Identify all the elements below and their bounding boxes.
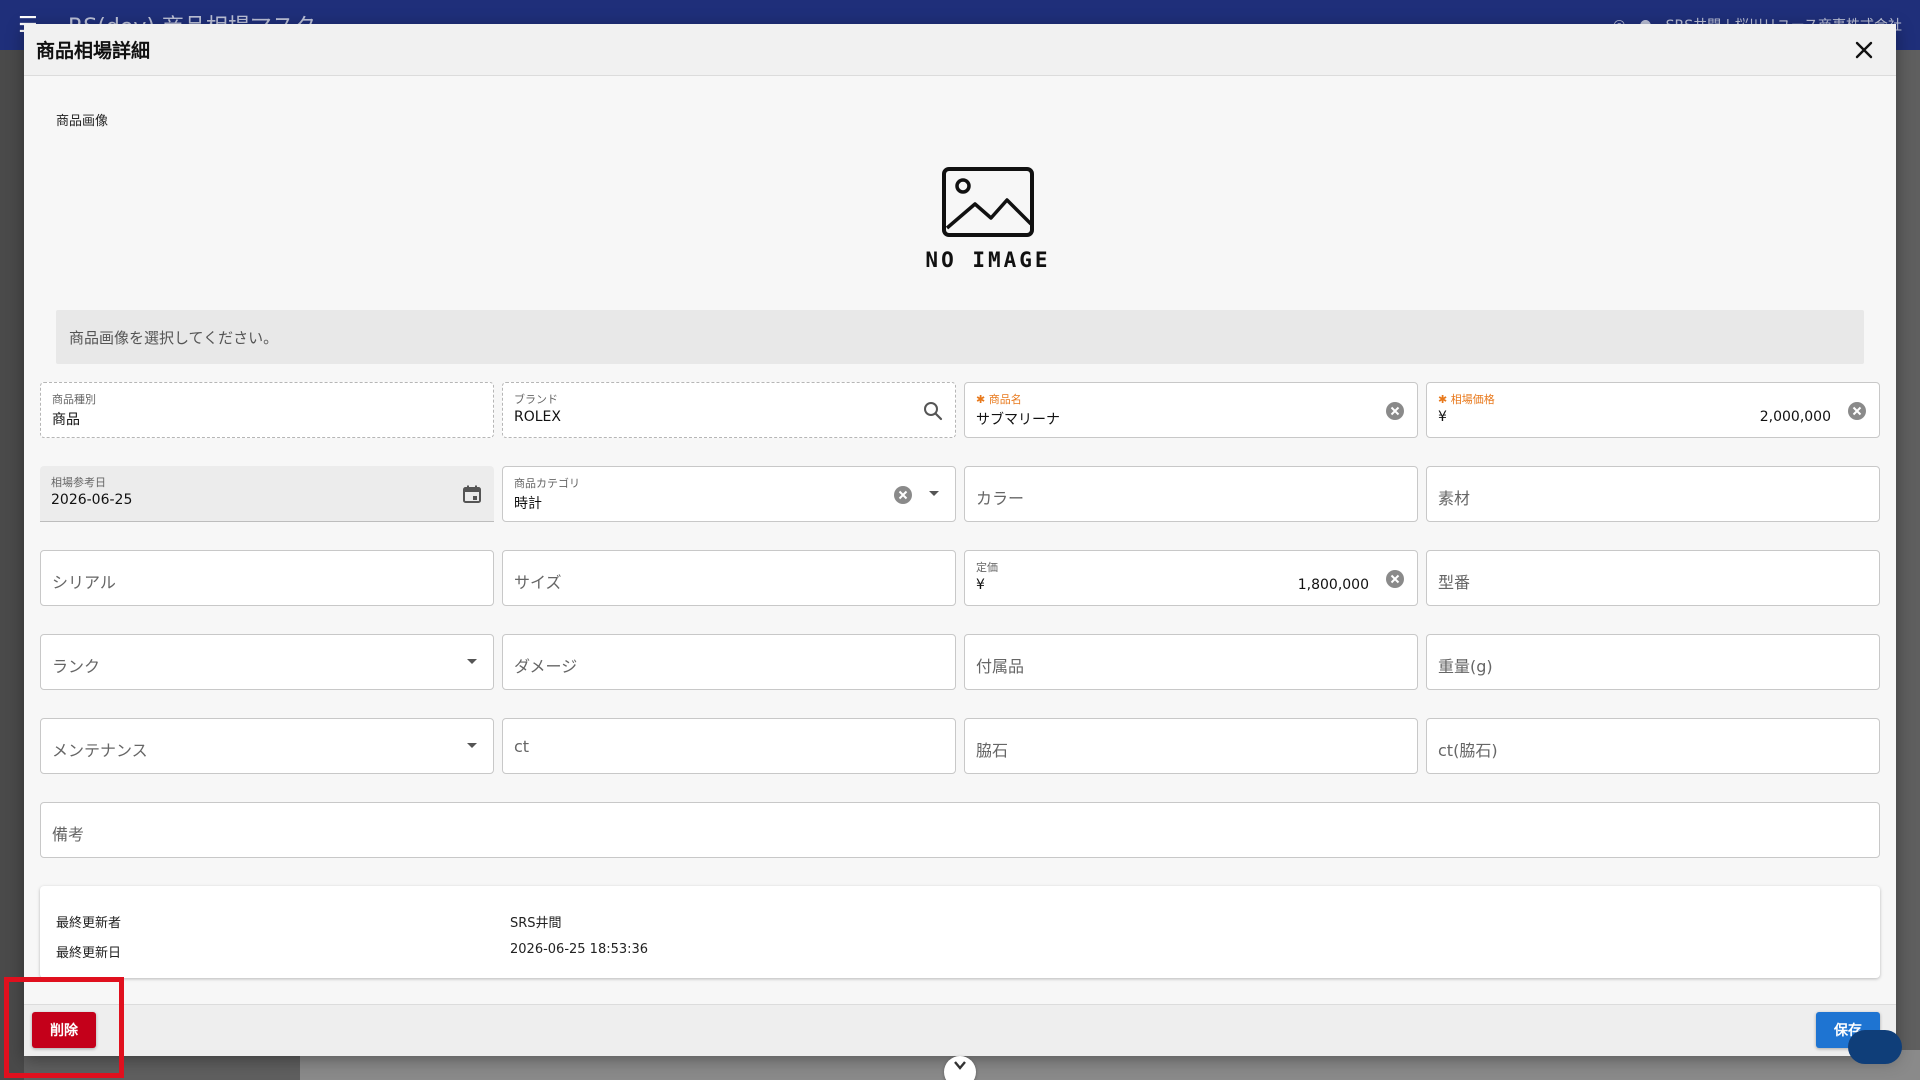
side-stone-field[interactable]: 脇石 xyxy=(964,718,1418,774)
maintenance-select[interactable]: メンテナンス xyxy=(40,718,494,774)
rank-select[interactable]: ランク xyxy=(40,634,494,690)
reference-date-label: 相場参考日 xyxy=(51,476,106,489)
weight-field[interactable]: 重量(g) xyxy=(1426,634,1880,690)
close-icon xyxy=(1855,41,1873,58)
product-type-value: 商品 xyxy=(52,412,80,428)
dialog-footer xyxy=(24,1004,1896,1056)
brand-label: ブランド xyxy=(514,393,558,406)
product-image-label: 商品画像 xyxy=(56,114,109,129)
product-name-field[interactable]: ✱ 商品名 サブマリーナ xyxy=(964,382,1418,438)
brand-field[interactable]: ブランド ROLEX xyxy=(502,382,956,438)
brand-value: ROLEX xyxy=(514,409,561,425)
list-price-value: 1,800,000 xyxy=(1297,577,1369,593)
reference-date-value: 2026-06-25 xyxy=(51,492,133,508)
chevron-down-icon xyxy=(954,1061,966,1070)
material-field[interactable]: 素材 xyxy=(1426,466,1880,522)
clear-icon[interactable] xyxy=(1383,567,1407,591)
no-image-placeholder[interactable]: NO IMAGE xyxy=(898,166,1078,272)
list-price-label: 定価 xyxy=(976,561,998,574)
last-updated-at-label: 最終更新日 xyxy=(56,946,122,961)
image-icon xyxy=(942,167,1034,237)
material-placeholder: 素材 xyxy=(1438,489,1471,508)
market-price-currency: ¥ xyxy=(1438,409,1447,425)
clear-icon[interactable] xyxy=(1383,399,1407,423)
dialog-title: 商品相場詳細 xyxy=(36,40,151,62)
remarks-placeholder: 備考 xyxy=(52,825,85,844)
close-button[interactable] xyxy=(1848,34,1880,66)
side-stone-placeholder: 脇石 xyxy=(976,741,1009,760)
rank-placeholder: ランク xyxy=(52,657,101,676)
accessories-field[interactable]: 付属品 xyxy=(964,634,1418,690)
damage-placeholder: ダメージ xyxy=(514,657,578,676)
search-icon[interactable] xyxy=(921,399,945,423)
dropdown-arrow-icon[interactable] xyxy=(467,743,477,748)
maintenance-placeholder: メンテナンス xyxy=(52,741,148,760)
update-info-card: 最終更新者 SRS井間 最終更新日 2026-06-25 18:53:36 xyxy=(40,886,1880,978)
clear-icon[interactable] xyxy=(1845,399,1869,423)
category-label: 商品カテゴリ xyxy=(514,477,580,490)
reference-date-field[interactable]: 相場参考日 2026-06-25 xyxy=(40,466,494,522)
accessories-placeholder: 付属品 xyxy=(976,657,1025,676)
serial-field[interactable]: シリアル xyxy=(40,550,494,606)
ct-field[interactable]: ct xyxy=(502,718,956,774)
color-placeholder: カラー xyxy=(976,489,1025,508)
last-updated-at-value: 2026-06-25 18:53:36 xyxy=(510,942,649,957)
ct-side-stone-field[interactable]: ct(脇石) xyxy=(1426,718,1880,774)
model-number-field[interactable]: 型番 xyxy=(1426,550,1880,606)
product-name-value: サブマリーナ xyxy=(976,412,1060,428)
dropdown-arrow-icon[interactable] xyxy=(467,659,477,664)
size-field[interactable]: サイズ xyxy=(502,550,956,606)
category-value: 時計 xyxy=(514,496,542,512)
color-field[interactable]: カラー xyxy=(964,466,1418,522)
category-field[interactable]: 商品カテゴリ 時計 xyxy=(502,466,956,522)
image-hint[interactable]: 商品画像を選択してください。 xyxy=(56,310,1864,364)
list-price-currency: ¥ xyxy=(976,577,985,593)
product-price-detail-dialog: 商品相場詳細 商品画像 NO IMAGE 商品画像を選択してください。 商品種別… xyxy=(24,24,1896,1056)
no-image-text: NO IMAGE xyxy=(925,248,1051,272)
model-number-placeholder: 型番 xyxy=(1438,573,1471,592)
calendar-icon[interactable] xyxy=(460,482,484,506)
clear-icon[interactable] xyxy=(891,483,915,507)
scroll-down-button[interactable] xyxy=(944,1056,976,1080)
ct-side-stone-placeholder: ct(脇石) xyxy=(1438,741,1498,760)
annotation-highlight-box xyxy=(4,977,124,1078)
floating-action-button[interactable] xyxy=(1848,1030,1902,1064)
product-name-label: ✱ 商品名 xyxy=(976,393,1022,406)
market-price-value: 2,000,000 xyxy=(1759,409,1831,425)
size-placeholder: サイズ xyxy=(514,573,562,592)
list-price-field[interactable]: 定価 ¥ 1,800,000 xyxy=(964,550,1418,606)
remarks-field[interactable]: 備考 xyxy=(40,802,1880,858)
last-updated-by-value: SRS井間 xyxy=(510,916,562,931)
damage-field[interactable]: ダメージ xyxy=(502,634,956,690)
last-updated-by-label: 最終更新者 xyxy=(56,916,122,931)
sidebar xyxy=(0,50,24,1080)
dialog-header: 商品相場詳細 xyxy=(24,24,1896,76)
ct-placeholder: ct xyxy=(514,737,530,756)
product-type-field[interactable]: 商品種別 商品 xyxy=(40,382,494,438)
weight-placeholder: 重量(g) xyxy=(1438,657,1493,676)
product-type-label: 商品種別 xyxy=(52,393,96,406)
dropdown-arrow-icon[interactable] xyxy=(929,491,939,496)
serial-placeholder: シリアル xyxy=(52,573,116,592)
market-price-field[interactable]: ✱ 相場価格 ¥ 2,000,000 xyxy=(1426,382,1880,438)
market-price-label: ✱ 相場価格 xyxy=(1438,393,1495,406)
